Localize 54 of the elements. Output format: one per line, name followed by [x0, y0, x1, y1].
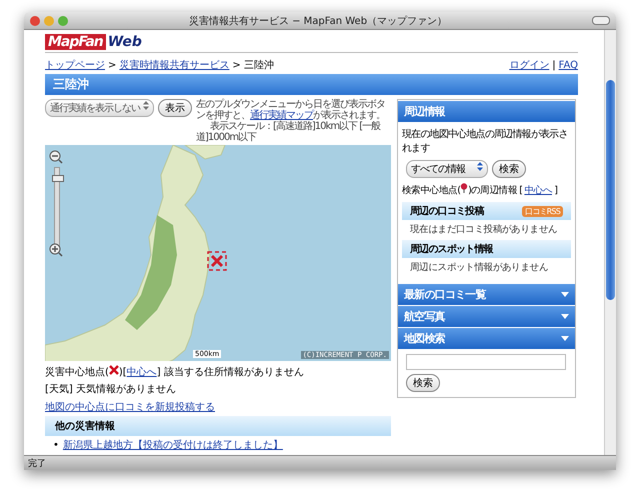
weather-text: [天気] 天気情報がありません — [45, 382, 177, 396]
page-title: 三陸沖 — [45, 74, 578, 95]
zoom-out-button[interactable] — [49, 150, 63, 164]
menu-header[interactable]: 地図検索 — [398, 327, 575, 349]
breadcrumb-current: 三陸沖 — [244, 60, 274, 71]
dropdown-arrow-icon — [561, 336, 569, 341]
center-link[interactable]: 中心へ — [524, 185, 552, 196]
history-select[interactable]: 通行実績を表示しない — [45, 99, 154, 117]
search-center-text: 検索中心地点( )の周辺情報 [ 中心へ ] — [402, 183, 558, 197]
header-link[interactable]: FAQ — [558, 60, 578, 71]
zoom-in-button[interactable] — [49, 243, 63, 257]
zoom-slider-thumb[interactable] — [52, 175, 64, 182]
pin-icon — [460, 183, 468, 193]
link-separator: | — [552, 60, 556, 71]
scrollbar-thumb[interactable] — [606, 80, 615, 300]
select-arrows-icon — [477, 162, 483, 171]
show-button[interactable]: 表示 — [158, 99, 192, 117]
breadcrumb-link[interactable]: 災害時情報共有サービス — [119, 60, 230, 71]
bullet: • — [53, 440, 59, 451]
subsection-title: 周辺の口コミ投稿 — [410, 204, 484, 218]
breadcrumb-separator: > — [232, 60, 241, 71]
scale-info-text: 表示スケール：[高速道路]10km以下 [一般道]1000m以下 — [196, 121, 380, 143]
select-arrows-icon — [143, 101, 149, 110]
status-text: 完了 — [24, 455, 616, 470]
breadcrumb-separator: > — [108, 60, 116, 71]
window-title: 災害情報共有サービス − MapFan Web（マップファン） — [188, 14, 448, 28]
header-link[interactable]: ログイン — [509, 60, 550, 71]
subsection-title: 周辺のスポット情報 — [410, 242, 493, 256]
search-input-field[interactable] — [406, 354, 566, 370]
disaster-link[interactable]: 新潟県上越地方【投稿の受付けは終了しました】 — [62, 440, 283, 451]
info-select[interactable]: すべての情報 — [406, 160, 488, 178]
search-button[interactable]: 検索 — [492, 160, 526, 178]
dropdown-arrow-icon — [561, 292, 569, 297]
post-review-link[interactable]: 地図の中心点に口コミを新規投稿する — [45, 402, 215, 413]
menu-header[interactable]: 最新の口コミ一覧 — [398, 283, 575, 305]
toolbar-toggle-button[interactable] — [592, 16, 610, 25]
empty-message: 周辺にスポット情報がありません — [409, 261, 550, 275]
breadcrumb-link[interactable]: トップページ — [45, 60, 105, 71]
site-logo[interactable]: MapFan Web — [45, 34, 578, 53]
search-button[interactable]: 検索 — [406, 374, 440, 392]
center-link[interactable]: 中心へ — [126, 367, 157, 378]
empty-message: 現在はまだ口コミ投稿がありません — [409, 223, 558, 237]
panel-description: 現在の地図中心地点の周辺情報が表示されます — [402, 128, 569, 155]
panel-header: 周辺情報 — [398, 100, 575, 122]
section-header: 他の災害情報 — [45, 416, 391, 436]
scrollbar[interactable] — [604, 30, 616, 455]
help-text: 左のプルダウンメニューから日を選び表示ボタンを押すと、通行実績マップが表示されます。 表示スケール：[高速道路]10km以下 [一般道]1000m以下 — [196, 99, 386, 143]
close-button[interactable] — [30, 16, 40, 26]
traffic-map-link[interactable]: 通行実績マップ — [250, 110, 313, 121]
disaster-marker-icon — [207, 251, 227, 271]
cross-icon — [108, 365, 119, 375]
menu-header[interactable]: 航空写真 — [398, 305, 575, 327]
disaster-center-text: 災害中心地点( )[中心へ] 該当する住所情報がありません — [45, 365, 305, 379]
dropdown-arrow-icon — [561, 314, 569, 319]
